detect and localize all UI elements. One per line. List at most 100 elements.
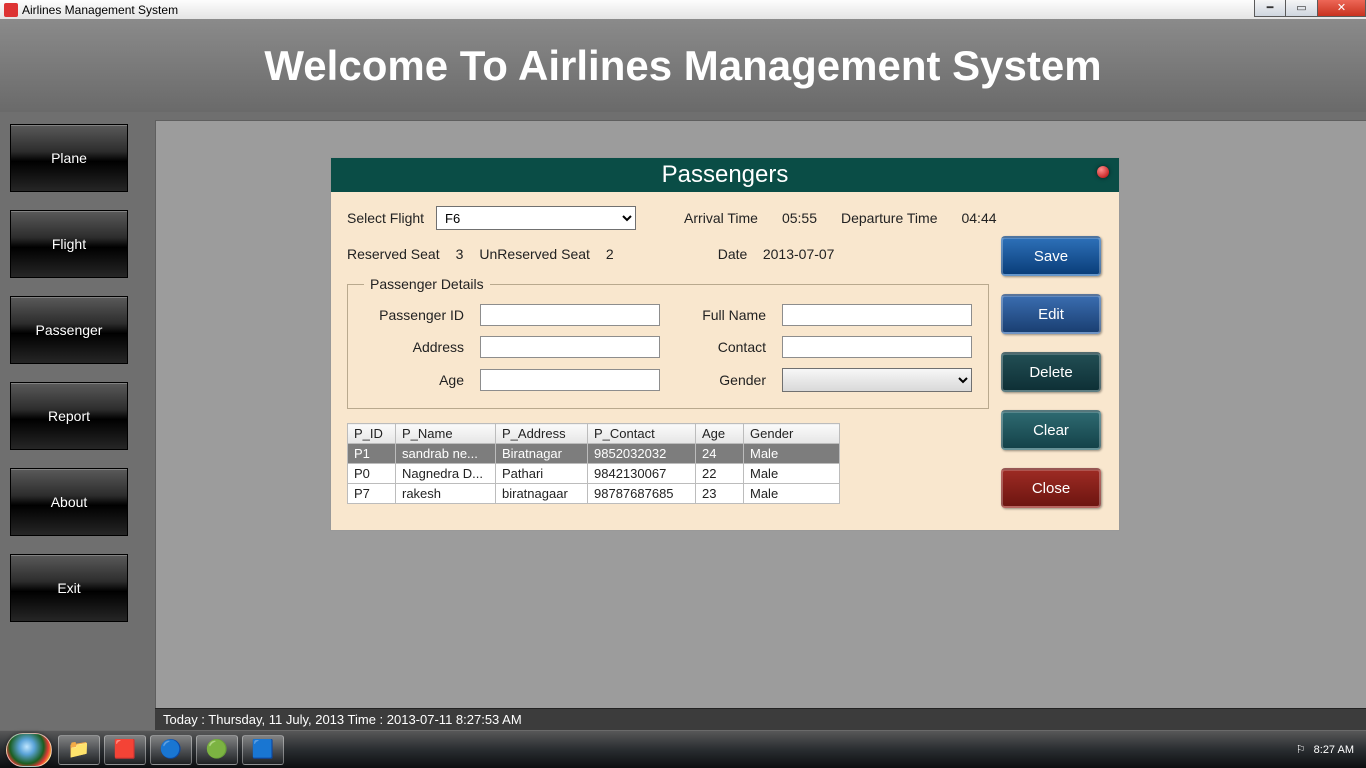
address-label: Address bbox=[364, 339, 464, 355]
button-label: Save bbox=[1034, 248, 1068, 265]
select-flight-dropdown[interactable]: F6 bbox=[436, 206, 636, 230]
sidebar-item-label: Passenger bbox=[36, 322, 103, 338]
record-indicator-icon bbox=[1097, 166, 1109, 178]
col-p-name[interactable]: P_Name bbox=[396, 424, 496, 444]
taskbar-word-icon[interactable]: 🟦 bbox=[242, 735, 284, 765]
sidebar-item-about[interactable]: About bbox=[10, 468, 128, 536]
minimize-button[interactable]: ━ bbox=[1254, 0, 1286, 17]
table-row[interactable]: P0Nagnedra D...Pathari984213006722Male bbox=[348, 464, 840, 484]
table-cell[interactable]: Male bbox=[744, 484, 840, 504]
form-title: Passengers bbox=[662, 161, 789, 189]
table-cell[interactable]: 98787687685 bbox=[588, 484, 696, 504]
table-cell[interactable]: Male bbox=[744, 444, 840, 464]
age-input[interactable] bbox=[480, 369, 660, 391]
window-titlebar: Airlines Management System ━ ▭ ✕ bbox=[0, 0, 1366, 20]
table-cell[interactable]: Pathari bbox=[496, 464, 588, 484]
date-row: Date 2013-07-07 bbox=[718, 246, 835, 262]
table-cell[interactable]: Male bbox=[744, 464, 840, 484]
passenger-details-fieldset: Passenger Details Passenger ID Full Name… bbox=[347, 276, 989, 409]
sidebar-item-label: Plane bbox=[51, 150, 87, 166]
save-button[interactable]: Save bbox=[1001, 236, 1101, 276]
table-cell[interactable]: 23 bbox=[696, 484, 744, 504]
clear-button[interactable]: Clear bbox=[1001, 410, 1101, 450]
button-label: Delete bbox=[1029, 364, 1072, 381]
maximize-button[interactable]: ▭ bbox=[1286, 0, 1318, 17]
reserved-seat-label: Reserved Seat bbox=[347, 246, 440, 262]
table-head: P_ID P_Name P_Address P_Contact Age Gend… bbox=[348, 424, 840, 444]
fullname-input[interactable] bbox=[782, 304, 972, 326]
details-grid: Passenger ID Full Name Address Contact A… bbox=[364, 304, 972, 392]
sidebar-item-passenger[interactable]: Passenger bbox=[10, 296, 128, 364]
edit-button[interactable]: Edit bbox=[1001, 294, 1101, 334]
date-value: 2013-07-07 bbox=[763, 246, 835, 262]
table-cell[interactable]: biratnagaar bbox=[496, 484, 588, 504]
sidebar-item-plane[interactable]: Plane bbox=[10, 124, 128, 192]
window-buttons: ━ ▭ ✕ bbox=[1254, 0, 1366, 17]
sidebar-item-label: About bbox=[51, 494, 88, 510]
table-cell[interactable]: P7 bbox=[348, 484, 396, 504]
sidebar-item-label: Report bbox=[48, 408, 90, 424]
col-p-id[interactable]: P_ID bbox=[348, 424, 396, 444]
window-close-button[interactable]: ✕ bbox=[1318, 0, 1366, 17]
gender-label: Gender bbox=[676, 372, 766, 388]
fullname-label: Full Name bbox=[676, 307, 766, 323]
delete-button[interactable]: Delete bbox=[1001, 352, 1101, 392]
table-cell[interactable]: Biratnagar bbox=[496, 444, 588, 464]
col-p-address[interactable]: P_Address bbox=[496, 424, 588, 444]
taskbar-app-icon[interactable]: 🟥 bbox=[104, 735, 146, 765]
header-title: Welcome To Airlines Management System bbox=[264, 42, 1101, 90]
table-row[interactable]: P7rakeshbiratnagaar9878768768523Male bbox=[348, 484, 840, 504]
button-label: Edit bbox=[1038, 306, 1064, 323]
system-tray[interactable]: ⚐ 8:27 AM bbox=[1296, 731, 1360, 768]
table-cell[interactable]: 24 bbox=[696, 444, 744, 464]
table-cell[interactable]: rakesh bbox=[396, 484, 496, 504]
status-bar: Today : Thursday, 11 July, 2013 Time : 2… bbox=[155, 708, 1366, 730]
table-cell[interactable]: 9852032032 bbox=[588, 444, 696, 464]
select-flight-label: Select Flight bbox=[347, 210, 424, 226]
date-label: Date bbox=[718, 246, 748, 262]
tray-flag-icon[interactable]: ⚐ bbox=[1296, 743, 1306, 756]
taskbar-explorer-icon[interactable]: 📁 bbox=[58, 735, 100, 765]
sidebar-item-flight[interactable]: Flight bbox=[10, 210, 128, 278]
form-body: Select Flight F6 Arrival Time 05:55 Depa… bbox=[331, 192, 1119, 530]
gender-dropdown[interactable] bbox=[782, 368, 972, 392]
table-cell[interactable]: sandrab ne... bbox=[396, 444, 496, 464]
start-button[interactable] bbox=[6, 733, 52, 767]
passengers-table[interactable]: P_ID P_Name P_Address P_Contact Age Gend… bbox=[347, 423, 840, 504]
app-icon bbox=[4, 3, 18, 17]
departure-time-value: 04:44 bbox=[961, 210, 996, 226]
flight-select-row: Select Flight F6 Arrival Time 05:55 Depa… bbox=[347, 206, 1103, 230]
seat-row: Reserved Seat 3 UnReserved Seat 2 Date 2… bbox=[347, 246, 1103, 262]
sidebar-item-report[interactable]: Report bbox=[10, 382, 128, 450]
arrival-time-label: Arrival Time bbox=[684, 210, 758, 226]
table-cell[interactable]: 22 bbox=[696, 464, 744, 484]
form-title-bar: Passengers bbox=[331, 158, 1119, 192]
taskbar-media-icon[interactable]: 🟢 bbox=[196, 735, 238, 765]
table-cell[interactable]: P1 bbox=[348, 444, 396, 464]
table-cell[interactable]: P0 bbox=[348, 464, 396, 484]
table-row[interactable]: P1sandrab ne...Biratnagar985203203224Mal… bbox=[348, 444, 840, 464]
col-gender[interactable]: Gender bbox=[744, 424, 840, 444]
contact-input[interactable] bbox=[782, 336, 972, 358]
table-body: P1sandrab ne...Biratnagar985203203224Mal… bbox=[348, 444, 840, 504]
close-button[interactable]: Close bbox=[1001, 468, 1101, 508]
tray-clock[interactable]: 8:27 AM bbox=[1314, 744, 1354, 756]
table-cell[interactable]: 9842130067 bbox=[588, 464, 696, 484]
sidebar: Plane Flight Passenger Report About Exit bbox=[0, 112, 145, 730]
taskbar[interactable]: 📁 🟥 🔵 🟢 🟦 ⚐ 8:27 AM bbox=[0, 730, 1366, 768]
taskbar-chrome-icon[interactable]: 🔵 bbox=[150, 735, 192, 765]
table-cell[interactable]: Nagnedra D... bbox=[396, 464, 496, 484]
passengers-card: Passengers Select Flight F6 Arrival Time… bbox=[330, 157, 1120, 531]
address-input[interactable] bbox=[480, 336, 660, 358]
col-age[interactable]: Age bbox=[696, 424, 744, 444]
col-p-contact[interactable]: P_Contact bbox=[588, 424, 696, 444]
window-title: Airlines Management System bbox=[22, 3, 178, 17]
main-panel: Passengers Select Flight F6 Arrival Time… bbox=[155, 120, 1366, 730]
action-buttons: Save Edit Delete Clear Close bbox=[1001, 236, 1101, 508]
times-row: Arrival Time 05:55 Departure Time 04:44 bbox=[684, 210, 996, 226]
passenger-details-legend: Passenger Details bbox=[364, 276, 490, 292]
sidebar-item-exit[interactable]: Exit bbox=[10, 554, 128, 622]
unreserved-seat-label: UnReserved Seat bbox=[479, 246, 590, 262]
passenger-id-input[interactable] bbox=[480, 304, 660, 326]
app-header: Welcome To Airlines Management System bbox=[0, 20, 1366, 112]
